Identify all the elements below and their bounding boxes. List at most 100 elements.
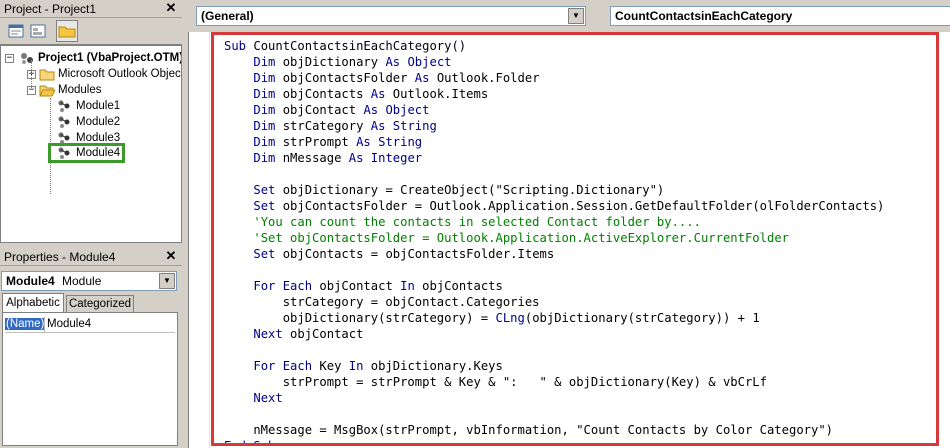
code-keyword: Set xyxy=(253,183,283,197)
code-text: objContacts xyxy=(282,87,371,101)
code-keyword: Dim xyxy=(253,55,283,69)
code-line[interactable]: objDictionary(strCategory) = CLng(objDic… xyxy=(224,310,884,326)
code-line[interactable]: Set objContacts = objContactsFolder.Item… xyxy=(224,246,884,262)
code-line[interactable] xyxy=(224,342,884,358)
tab-alphabetic-label: Alphabetic xyxy=(6,297,60,309)
code-text: strPrompt = strPrompt & Key & ": " & obj… xyxy=(224,375,767,389)
code-lines: Sub CountContactsinEachCategory() Dim ob… xyxy=(224,38,884,446)
properties-pane-title-text: Properties - Module4 xyxy=(4,250,116,264)
code-line[interactable]: Dim objDictionary As Object xyxy=(224,54,884,70)
code-line[interactable]: End Sub xyxy=(224,438,884,446)
toggle-folders-button[interactable] xyxy=(56,20,78,42)
code-line[interactable]: Next xyxy=(224,390,884,406)
tree-node-modules[interactable]: Modules xyxy=(39,82,101,98)
code-comment: 'You can count the contacts in selected … xyxy=(253,215,701,229)
code-keyword: As String xyxy=(356,135,423,149)
code-line[interactable]: Dim objContactsFolder As Outlook.Folder xyxy=(224,70,884,86)
code-editor[interactable]: Sub CountContactsinEachCategory() Dim ob… xyxy=(188,32,950,448)
view-code-button[interactable] xyxy=(6,21,26,41)
code-line[interactable]: Next objContact xyxy=(224,326,884,342)
code-keyword: Dim xyxy=(253,71,283,85)
tree-node-module4[interactable]: Module4 xyxy=(57,145,120,161)
property-row-name[interactable]: (Name) Module4 xyxy=(5,317,175,333)
code-line[interactable]: 'You can count the contacts in selected … xyxy=(224,214,884,230)
tab-alphabetic[interactable]: Alphabetic xyxy=(2,293,64,313)
root-collapse-toggle[interactable]: − xyxy=(5,54,14,63)
code-line[interactable]: strCategory = objContact.Categories xyxy=(224,294,884,310)
code-text: objContacts xyxy=(422,279,503,293)
code-line[interactable]: Dim strCategory As String xyxy=(224,118,884,134)
tree-module-label: Module2 xyxy=(76,116,121,128)
code-keyword: Dim xyxy=(253,119,283,133)
code-line[interactable]: Sub CountContactsinEachCategory() xyxy=(224,38,884,54)
code-text: objContacts = objContactsFolder.Items xyxy=(282,247,555,261)
code-line[interactable]: Set objContactsFolder = Outlook.Applicat… xyxy=(224,198,884,214)
tree-folder-label: Modules xyxy=(58,84,102,96)
chevron-down-icon[interactable]: ▼ xyxy=(568,8,584,24)
code-text: objDictionary(strCategory) = xyxy=(224,311,496,325)
object-dropdown[interactable]: (General) ▼ xyxy=(196,6,586,26)
code-line[interactable]: Dim nMessage As Integer xyxy=(224,150,884,166)
code-text: objDictionary = CreateObject("Scripting.… xyxy=(282,183,665,197)
project-tree: − Project1 (VbaProject.OTM) + Microsoft … xyxy=(0,45,182,243)
procedure-dropdown-value: CountContactsinEachCategory xyxy=(615,9,793,23)
code-comment: 'Set objContactsFolder = Outlook.Applica… xyxy=(253,231,789,245)
chevron-down-icon[interactable]: ▼ xyxy=(159,273,175,289)
close-icon[interactable]: ✕ xyxy=(164,249,178,263)
code-text: objDictionary.Keys xyxy=(370,359,503,373)
code-keyword: Dim xyxy=(253,87,283,101)
code-keyword: CLng xyxy=(495,311,525,325)
grid-divider xyxy=(44,317,45,333)
properties-grid: (Name) Module4 xyxy=(2,312,178,446)
code-line[interactable]: Set objDictionary = CreateObject("Script… xyxy=(224,182,884,198)
code-keyword: As Object xyxy=(385,55,452,69)
property-value-cell[interactable]: Module4 xyxy=(47,317,91,332)
view-object-button[interactable] xyxy=(28,21,48,41)
code-highlight-box: Sub CountContactsinEachCategory() Dim ob… xyxy=(211,32,939,446)
tree-node-outlook-objects[interactable]: Microsoft Outlook Objects xyxy=(39,66,182,82)
code-text: objContactsFolder xyxy=(282,71,415,85)
object-selector-name: Module4 xyxy=(6,274,55,288)
tree-module-label: Module1 xyxy=(76,100,121,112)
code-text: CountContactsinEachCategory() xyxy=(253,39,467,53)
object-selector[interactable]: Module4 Module ▼ xyxy=(1,271,177,291)
code-line[interactable]: 'Set objContactsFolder = Outlook.Applica… xyxy=(224,230,884,246)
code-line[interactable]: nMessage = MsgBox(strPrompt, vbInformati… xyxy=(224,422,884,438)
code-keyword: Next xyxy=(253,327,291,341)
tree-folder-label: Microsoft Outlook Objects xyxy=(58,68,182,80)
code-text: objContactsFolder = Outlook.Application.… xyxy=(282,199,885,213)
close-icon[interactable]: ✕ xyxy=(164,1,178,15)
code-keyword: End Sub xyxy=(224,439,276,446)
code-keyword: In xyxy=(348,359,371,373)
code-line[interactable] xyxy=(224,406,884,422)
code-line[interactable]: For Each objContact In objContacts xyxy=(224,278,884,294)
code-text: Outlook.Items xyxy=(392,87,489,101)
procedure-dropdown[interactable]: CountContactsinEachCategory xyxy=(610,6,950,26)
tree-node-module1[interactable]: Module1 xyxy=(57,98,120,114)
project-pane-title-text: Project - Project1 xyxy=(4,2,97,16)
code-keyword: As xyxy=(370,87,393,101)
tab-categorized[interactable]: Categorized xyxy=(66,295,134,313)
code-keyword: For Each xyxy=(253,279,320,293)
code-line[interactable] xyxy=(224,166,884,182)
code-line[interactable]: Dim strPrompt As String xyxy=(224,134,884,150)
code-line[interactable]: strPrompt = strPrompt & Key & ": " & obj… xyxy=(224,374,884,390)
code-line[interactable]: Dim objContacts As Outlook.Items xyxy=(224,86,884,102)
code-line[interactable] xyxy=(224,262,884,278)
tree-node-module2[interactable]: Module2 xyxy=(57,114,120,130)
code-line[interactable]: For Each Key In objDictionary.Keys xyxy=(224,358,884,374)
properties-pane-title: Properties - Module4 ✕ xyxy=(0,248,182,266)
property-name-cell: (Name) xyxy=(5,318,46,330)
code-line[interactable]: Dim objContact As Object xyxy=(224,102,884,118)
tree-node-project[interactable]: Project1 (VbaProject.OTM) xyxy=(19,50,181,66)
